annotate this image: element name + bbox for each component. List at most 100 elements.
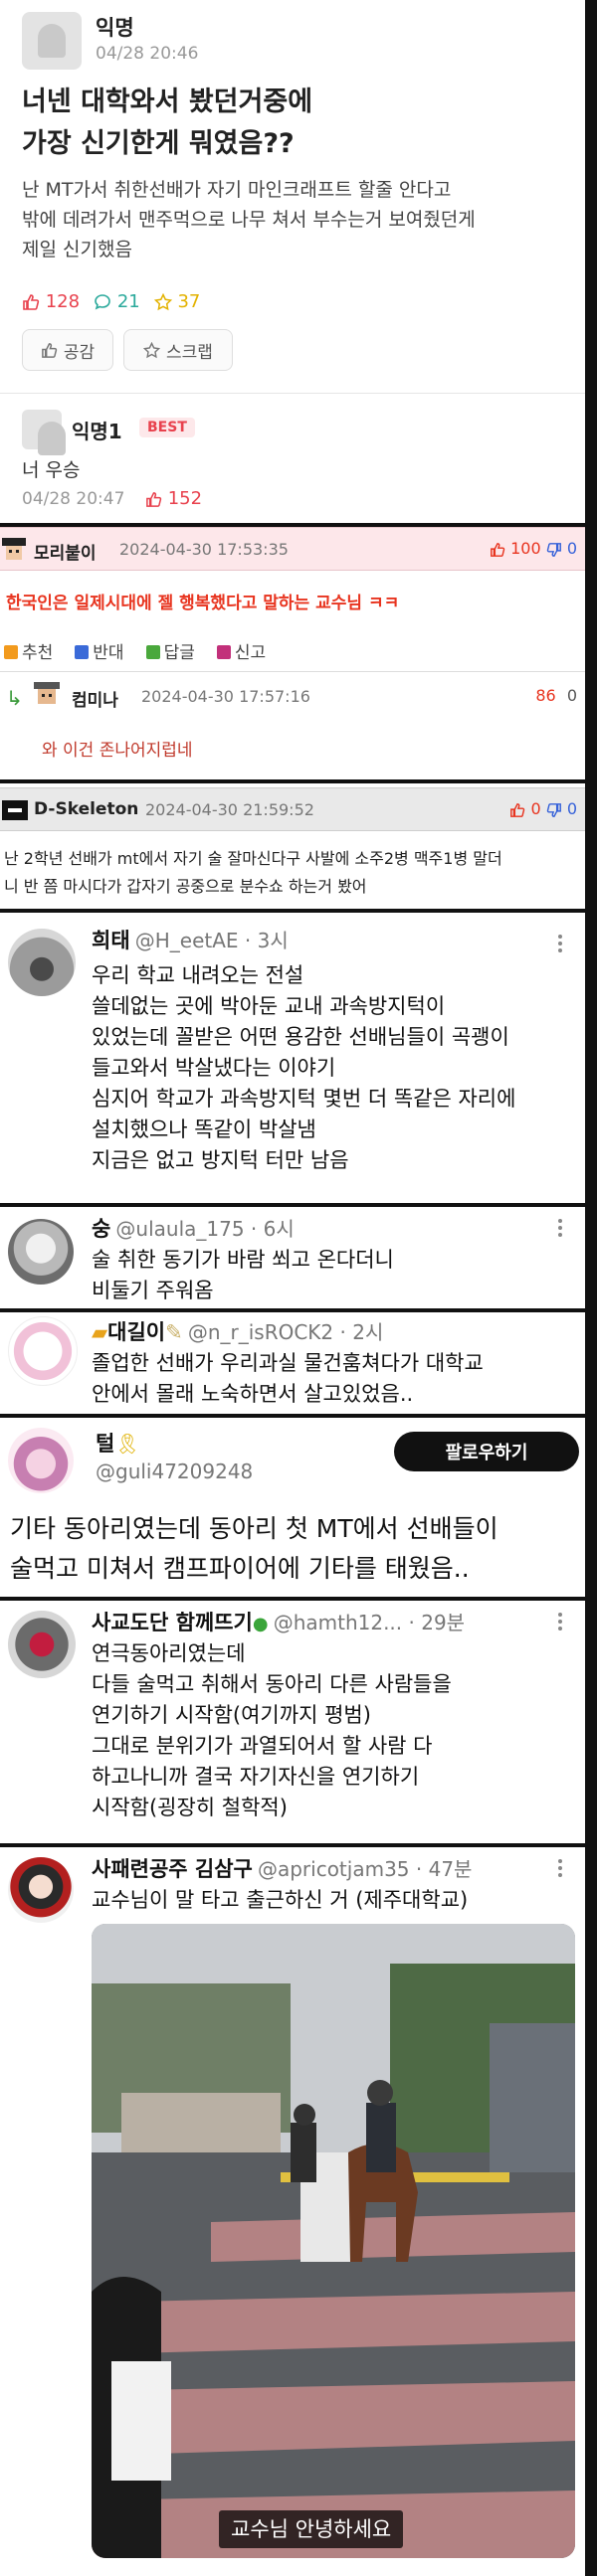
dc-date: 2024-04-30 21:59:52	[145, 800, 314, 819]
more-dots-icon[interactable]	[557, 1611, 563, 1632]
user-pixel-icon	[34, 682, 60, 708]
photo-scene	[92, 1924, 575, 2558]
tweet-display-name[interactable]: 숭	[92, 1217, 110, 1241]
dc-reply-vote: 86 0	[535, 686, 577, 705]
best-badge: BEST	[139, 418, 195, 437]
thumb-down-icon	[546, 542, 561, 557]
post-title: 너넨 대학와서 봤던거중에 가장 신기한게 뭐였음??	[22, 82, 312, 165]
tweet-handle[interactable]: @guli47209248	[96, 1460, 253, 1483]
like-count-value: 128	[45, 291, 81, 312]
comment-icon	[95, 294, 110, 310]
user-avatar[interactable]	[8, 929, 76, 996]
emoji-icon: ●	[252, 1614, 269, 1634]
reply-like-value: 152	[167, 488, 203, 509]
post-date: 04/28 20:46	[96, 44, 199, 64]
recommend-label: 추천	[22, 643, 54, 663]
tweet-header: 숭 @ulaula_175 · 6시	[92, 1213, 295, 1243]
tweet-display-name[interactable]: 사패련공주 김삼구	[92, 1857, 253, 1881]
tweet-1: 희태 @H_eetAE · 3시 우리 학교 내려오는 전설 쓸데없는 곳에 박…	[0, 913, 585, 1203]
tweet-header: 희태 @H_eetAE · 3시	[92, 925, 289, 954]
dc-up-count: 0	[530, 799, 541, 818]
dc-action-row: 추천 반대 답글 신고	[4, 638, 266, 663]
reply-text: 너 우승	[22, 459, 81, 481]
tweet-2: 숭 @ulaula_175 · 6시 술 취한 동기가 바람 쐬고 온다더니 비…	[0, 1207, 585, 1308]
more-dots-icon[interactable]	[557, 1857, 563, 1879]
oppose-button[interactable]: 반대	[75, 638, 124, 663]
more-dots-icon[interactable]	[557, 1217, 563, 1239]
tweet-handle[interactable]: @hamth12... · 29분	[274, 1611, 465, 1634]
dc-reply-down-count: 0	[566, 686, 577, 705]
reply-like-count: 152	[145, 488, 202, 509]
follow-button[interactable]: 팔로우하기	[394, 1432, 579, 1471]
reply-label: 답글	[163, 643, 195, 663]
tweet-text: 기타 동아리였는데 동아리 첫 MT에서 선배들이 술먹고 미쳐서 캠프파이어에…	[10, 1514, 498, 1583]
post-title-line: 너넨 대학와서 봤던거중에	[22, 86, 313, 117]
tweet-text: 졸업한 선배가 우리과실 물건훔쳐다가 대학교 안에서 몰래 노숙하면서 살고있…	[92, 1351, 484, 1406]
scrap-button-label: 스크랩	[166, 342, 213, 363]
thumb-up-icon	[146, 491, 162, 507]
emoji-icon: ▰	[92, 1320, 108, 1344]
user-avatar[interactable]	[8, 1857, 74, 1923]
scrap-count-value: 37	[177, 291, 201, 312]
dc-down-count: 0	[566, 799, 577, 818]
tweet-handle[interactable]: @apricotjam35 · 47분	[258, 1857, 472, 1881]
tweet-handle[interactable]: @ulaula_175 · 6시	[115, 1217, 294, 1241]
dc-comment-header: D-Skeleton 2024-04-30 21:59:52 0 0	[0, 787, 585, 831]
dc-reply-up-count: 86	[535, 686, 556, 705]
post-title-line: 가장 신기한게 뭐였음??	[22, 128, 295, 159]
dc-vote: 100 0	[490, 539, 577, 558]
thumb-up-icon	[23, 294, 40, 310]
tweet-text: 교수님이 말 타고 출근하신 거 (제주대학교)	[92, 1888, 469, 1912]
dc-reply-date: 2024-04-30 17:57:16	[141, 687, 310, 706]
user-avatar[interactable]	[8, 1611, 76, 1678]
tweet-5: 사교도단 함께뜨기● @hamth12... · 29분 연극동아리였는데 다들…	[0, 1601, 585, 1843]
dc-author[interactable]: 모리붙이	[34, 539, 97, 564]
dc-date: 2024-04-30 17:53:35	[119, 540, 289, 559]
dc-reply-text: 와 이건 존나어지럽네	[42, 741, 193, 761]
reply-avatar	[22, 410, 66, 455]
divider	[0, 671, 585, 672]
right-edge-bar	[585, 0, 597, 2576]
tweet-header: 사패련공주 김삼구 @apricotjam35 · 47분	[92, 1853, 472, 1883]
author-avatar	[22, 12, 82, 70]
like-button[interactable]: 공감	[22, 329, 113, 371]
reply-date: 04/28 20:47	[22, 489, 125, 509]
dc-reply-author[interactable]: 컴미나	[72, 686, 118, 711]
dc-author[interactable]: D-Skeleton	[34, 799, 138, 819]
star-icon	[153, 293, 172, 311]
user-avatar[interactable]	[8, 1219, 74, 1285]
dc-comment-text: 난 2학년 선배가 mt에서 자기 술 잘마신다구 사발에 소주2병 맥주1병 …	[4, 849, 502, 896]
report-label: 신고	[234, 643, 267, 663]
thumb-up-icon	[41, 342, 58, 358]
tweet-text: 우리 학교 내려오는 전설 쓸데없는 곳에 박아둔 교내 과속방지턱이 있었는데…	[92, 963, 516, 1172]
recommend-button[interactable]: 추천	[4, 638, 53, 663]
user-avatar[interactable]	[8, 1428, 74, 1493]
tweet-display-name[interactable]: 사교도단 함께뜨기	[92, 1611, 253, 1634]
dc-down-count: 0	[566, 539, 577, 558]
oppose-label: 반대	[93, 643, 124, 663]
post-author: 익명	[96, 16, 134, 40]
tweet-header: ▰대길이✎ @n_r_isROCK2 · 2시	[92, 1316, 383, 1346]
tweet-display-name[interactable]: 희태	[92, 929, 130, 952]
user-avatar[interactable]	[8, 1316, 78, 1386]
reply-arrow-icon: ↳	[6, 686, 23, 710]
more-dots-icon[interactable]	[557, 933, 563, 954]
tweet-display-name[interactable]: ▰대길이✎	[92, 1320, 183, 1344]
user-pixel-icon	[2, 800, 28, 820]
tweet-header: 사교도단 함께뜨기● @hamth12... · 29분	[92, 1607, 465, 1636]
scrap-button[interactable]: 스크랩	[123, 329, 233, 371]
thumb-down-icon	[546, 802, 561, 817]
video-caption: 교수님 안녕하세요	[219, 2510, 404, 2548]
dc-comment-header: 모리붙이 2024-04-30 17:53:35 100 0	[0, 527, 585, 571]
tweet-display-name-text: 대길이	[107, 1320, 166, 1344]
divider	[0, 393, 585, 394]
tweet-handle[interactable]: @n_r_isROCK2 · 2시	[188, 1320, 384, 1344]
dc-up-count: 100	[510, 539, 541, 558]
reply-button[interactable]: 답글	[145, 638, 195, 663]
tweet-photo[interactable]: 교수님 안녕하세요	[92, 1924, 575, 2558]
report-button[interactable]: 신고	[216, 638, 267, 663]
tweet-text: 연극동아리였는데 다들 술먹고 취해서 동아리 다른 사람들을 연기하기 시작함…	[92, 1641, 452, 1819]
tweet-display-name[interactable]: 털	[96, 1432, 114, 1456]
ribbon-icon: 🎗	[114, 1432, 140, 1456]
tweet-handle[interactable]: @H_eetAE · 3시	[135, 929, 289, 952]
